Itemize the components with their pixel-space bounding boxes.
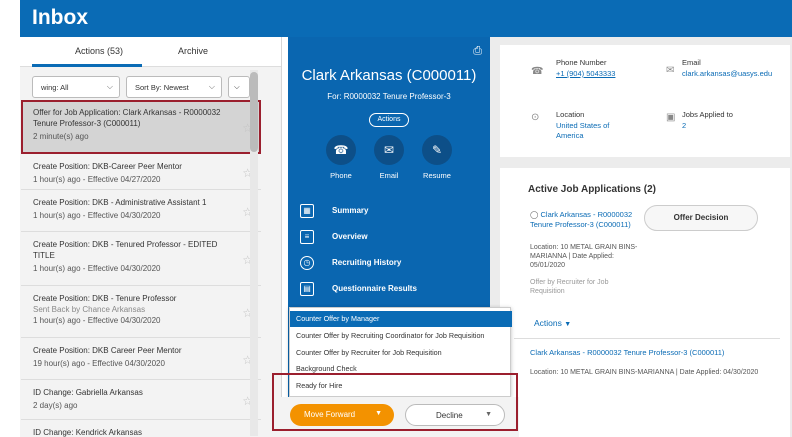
nav-item-label: Questionnaire Results [332, 284, 417, 293]
filter-menu-button[interactable]: ⌵ [228, 76, 250, 98]
divider [514, 338, 780, 339]
phone-icon[interactable]: ☎ [326, 135, 356, 165]
tab-archive[interactable]: Archive [178, 46, 208, 56]
paperclip-icon[interactable]: ✎ [422, 135, 452, 165]
inbox-item-time: 1 hour(s) ago - Effective 04/27/2020 [33, 175, 161, 184]
inbox-item-title: ID Change: Gabriella Arkansas [33, 388, 143, 397]
candidate-actions-button[interactable]: Actions [369, 113, 409, 127]
document-icon: ≡ [300, 230, 314, 244]
tab-actions[interactable]: Actions (53) [75, 46, 123, 56]
phone-number-label: Phone Number [556, 58, 607, 67]
inbox-item-title: Create Position: DKB - Tenure Professor [33, 294, 177, 303]
inbox-item-time: 1 hour(s) ago - Effective 04/30/2020 [33, 316, 161, 325]
viewing-select-value: wing: All [41, 83, 69, 92]
inbox-item[interactable]: Create Position: DKB - Tenure Professor … [21, 286, 261, 338]
inbox-item-title: Create Position: DKB-Career Peer Mentor [33, 162, 182, 171]
sort-select-value: Sort By: Newest [135, 83, 189, 92]
actions-menu-label: Actions [534, 318, 562, 328]
email-label: Email [682, 58, 701, 67]
phone-number-link[interactable]: +1 (904) 5043333 [556, 69, 615, 78]
clock-icon: ◷ [300, 256, 314, 270]
inbox-item-title: Create Position: DKB - Administrative As… [33, 198, 207, 207]
inbox-item[interactable]: Create Position: DKB-Career Peer Mentor … [21, 154, 261, 190]
email-label[interactable]: Email [364, 171, 414, 180]
application-meta: Location: 10 METAL GRAIN BINS-MARIANNA |… [530, 369, 759, 376]
candidate-requisition: For: R0000032 Tenure Professor-3 [327, 92, 451, 101]
viewing-select[interactable]: wing: All ⌵ [32, 76, 120, 98]
header-bar: Inbox [20, 0, 792, 37]
application-link[interactable]: Clark Arkansas - R0000032 Tenure Profess… [530, 348, 770, 358]
nav-item-label: Summary [332, 206, 369, 215]
inbox-item[interactable]: Create Position: DKB - Tenured Professor… [21, 232, 261, 286]
caret-down-icon: ▼ [564, 321, 572, 328]
inbox-item[interactable]: ID Change: Gabriella Arkansas 2 day(s) a… [21, 380, 261, 420]
app-window: Inbox Actions (53) Archive wing: All ⌵ S… [0, 0, 792, 437]
inbox-item-time: 19 hour(s) ago - Effective 04/30/2020 [33, 359, 165, 368]
inbox-item-title: ID Change: Kendrick Arkansas [33, 428, 142, 437]
sort-select[interactable]: Sort By: Newest ⌵ [126, 76, 222, 98]
inbox-item-time: 2 day(s) ago [33, 401, 78, 410]
offer-decision-button[interactable]: Offer Decision [644, 205, 758, 231]
grid-icon: ▦ [300, 204, 314, 218]
candidate-name: Clark Arkansas (C000011) [301, 67, 477, 84]
location-label: Location [556, 110, 585, 119]
nav-item-questionnaire-results[interactable]: ▤ Questionnaire Results [300, 281, 480, 301]
inbox-item-note: Sent Back by Chance Arkansas [33, 305, 146, 314]
menu-item-counter-offer-recruiter[interactable]: Counter Offer by Recruiter for Job Requi… [290, 345, 512, 361]
phone-label[interactable]: Phone [316, 171, 366, 180]
email-icon[interactable]: ✉ [374, 135, 404, 165]
page-title: Inbox [32, 6, 88, 29]
nav-item-overview[interactable]: ≡ Overview [300, 229, 480, 249]
radio-icon: ◯ [530, 210, 541, 219]
inbox-item-time: 1 hour(s) ago - Effective 04/30/2020 [33, 264, 161, 273]
actions-menu-button[interactable]: Actions ▼ [534, 318, 571, 328]
print-icon[interactable]: ⎙ [473, 45, 482, 58]
clipboard-icon: ▣ [666, 112, 676, 123]
email-icon: ✉ [666, 65, 675, 76]
resume-label[interactable]: Resume [412, 171, 462, 180]
application-meta: Location: 10 METAL GRAIN BINS-MARIANNA |… [530, 244, 638, 269]
inbox-item-title: Create Position: DKB Career Peer Mentor [33, 346, 182, 355]
application-link[interactable]: ◯ Clark Arkansas - R0000032 Tenure Profe… [530, 210, 642, 230]
highlight-box [21, 100, 261, 154]
nav-item-recruiting-history[interactable]: ◷ Recruiting History [300, 255, 480, 275]
active-applications-title: Active Job Applications (2) [528, 184, 656, 195]
application-status: Offer by Recruiter for Job Requisition [530, 279, 609, 295]
scrollbar-thumb[interactable] [250, 72, 258, 152]
inbox-item[interactable]: Create Position: DKB Career Peer Mentor … [21, 338, 261, 380]
location-pin-icon: ⊙ [531, 112, 540, 123]
contact-card [500, 45, 790, 157]
chevron-down-icon: ⌵ [106, 82, 113, 91]
email-link[interactable]: clark.arkansas@uasys.edu [682, 69, 772, 78]
inbox-tabs: Actions (53) Archive [20, 37, 281, 67]
chevron-down-icon: ⌵ [208, 82, 215, 91]
inbox-item[interactable]: Create Position: DKB - Administrative As… [21, 190, 261, 232]
chevron-down-icon: ⌵ [234, 82, 240, 91]
nav-item-label: Overview [332, 232, 368, 241]
menu-item-counter-offer-coordinator[interactable]: Counter Offer by Recruiting Coordinator … [290, 328, 512, 344]
jobs-applied-label: Jobs Applied to [682, 110, 733, 119]
inbox-item[interactable]: ID Change: Kendrick Arkansas [21, 420, 261, 437]
nav-item-label: Recruiting History [332, 258, 402, 267]
list-icon: ▤ [300, 282, 314, 296]
nav-item-summary[interactable]: ▦ Summary [300, 203, 480, 223]
inbox-item-time: 1 hour(s) ago - Effective 04/30/2020 [33, 211, 161, 220]
menu-item-counter-offer-manager[interactable]: Counter Offer by Manager [290, 311, 512, 327]
location-link[interactable]: United States of America [556, 121, 636, 141]
highlight-box [272, 373, 518, 431]
inbox-item-title: Create Position: DKB - Tenured Professor… [33, 240, 218, 260]
jobs-applied-count[interactable]: 2 [682, 121, 686, 130]
phone-icon: ☎ [531, 66, 544, 77]
application-link-text: Clark Arkansas - R0000032 Tenure Profess… [530, 210, 633, 229]
